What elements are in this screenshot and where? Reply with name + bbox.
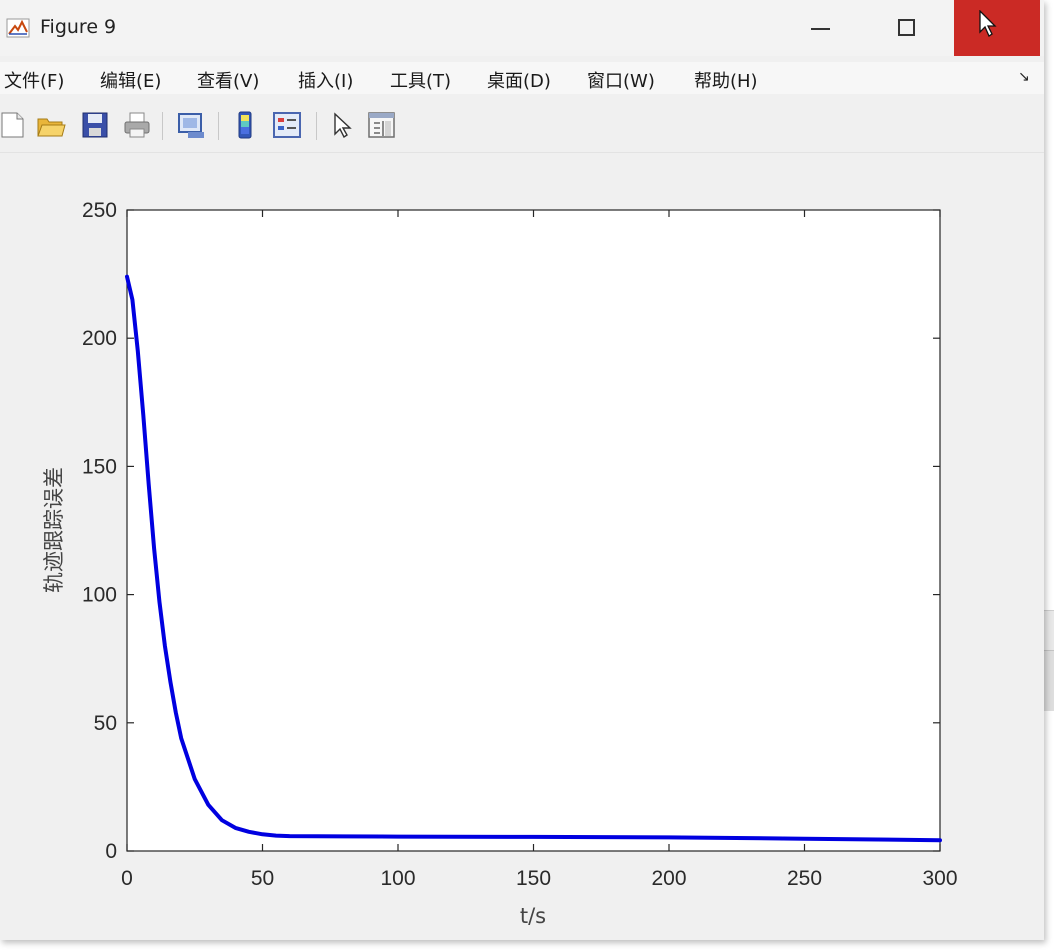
mouse-cursor-icon xyxy=(979,10,997,37)
axes-box xyxy=(126,209,941,852)
menu-file[interactable]: 文件(F) xyxy=(4,67,64,93)
x-tick-label: 0 xyxy=(121,867,133,890)
toolbar-separator xyxy=(162,112,163,140)
toolbar-separator xyxy=(218,112,219,140)
matlab-figure-icon xyxy=(6,18,30,38)
menu-view[interactable]: 查看(V) xyxy=(197,67,259,93)
close-button[interactable] xyxy=(954,0,1040,56)
x-tick-label: 250 xyxy=(787,867,822,890)
menu-overflow-arrow-icon[interactable]: ↘ xyxy=(1018,69,1030,85)
edit-plot-arrow-icon[interactable] xyxy=(328,110,358,140)
y-axis-label: 轨迹跟踪误差 xyxy=(42,467,66,593)
menu-bar: 文件(F) 编辑(E) 查看(V) 插入(I) 工具(T) 桌面(D) 窗口(W… xyxy=(0,62,1044,94)
save-icon[interactable] xyxy=(80,110,110,140)
figure-toolbar xyxy=(0,100,1044,153)
maximize-button[interactable] xyxy=(887,6,929,50)
figure-window: Figure 9 文件(F) 编辑(E) 查看(V) 插入(I) 工具(T) 桌… xyxy=(0,0,1044,940)
menu-tools[interactable]: 工具(T) xyxy=(390,67,451,93)
x-tick-label: 200 xyxy=(651,867,686,890)
y-tick-label: 200 xyxy=(82,327,117,350)
menu-desktop[interactable]: 桌面(D) xyxy=(487,67,551,93)
insert-legend-icon[interactable] xyxy=(272,110,302,140)
line-chart: 0 50 100 150 200 250 300 0 50 100 150 200 250 t/s 轨迹… xyxy=(42,199,958,928)
x-tick-label: 300 xyxy=(922,867,957,890)
x-tick-label: 150 xyxy=(516,867,551,890)
x-axis-label: t/s xyxy=(520,904,546,928)
x-tick-label: 50 xyxy=(251,867,274,890)
menu-window[interactable]: 窗口(W) xyxy=(587,67,655,93)
menu-help[interactable]: 帮助(H) xyxy=(694,67,758,93)
y-tick-label: 250 xyxy=(82,199,117,222)
y-tick-label: 0 xyxy=(105,840,117,863)
menu-edit[interactable]: 编辑(E) xyxy=(100,67,161,93)
title-bar[interactable]: Figure 9 xyxy=(0,0,1044,56)
toolbar-separator xyxy=(316,112,317,140)
y-tick-label: 50 xyxy=(94,712,117,735)
window-title: Figure 9 xyxy=(40,16,117,38)
property-inspector-icon[interactable] xyxy=(366,110,396,140)
insert-colorbar-icon[interactable] xyxy=(230,110,260,140)
y-tick-label: 100 xyxy=(82,584,117,607)
minimize-button[interactable] xyxy=(800,6,842,50)
x-tick-label: 100 xyxy=(380,867,415,890)
link-plot-icon[interactable] xyxy=(176,110,206,140)
background-desktop xyxy=(1044,0,1054,952)
figure-canvas: 0 50 100 150 200 250 300 0 50 100 150 200 250 t/s 轨迹… xyxy=(0,153,1044,940)
menu-insert[interactable]: 插入(I) xyxy=(298,67,353,93)
new-figure-icon[interactable] xyxy=(0,110,28,140)
print-icon[interactable] xyxy=(122,110,152,140)
open-icon[interactable] xyxy=(36,110,66,140)
y-tick-label: 150 xyxy=(82,455,117,478)
